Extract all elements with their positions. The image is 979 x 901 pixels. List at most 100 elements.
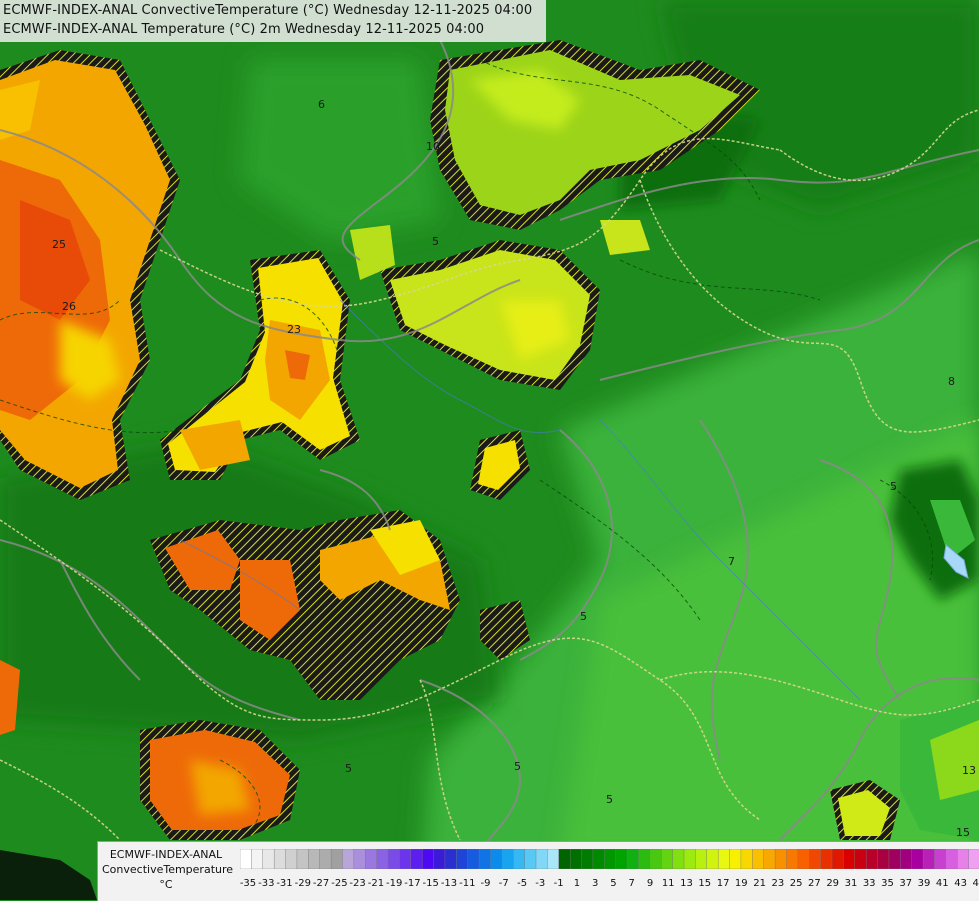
legend-tick-label: -1 <box>553 878 564 889</box>
legend-color-swatch <box>626 849 639 869</box>
legend-tick-label: 15 <box>698 878 712 889</box>
legend-color-swatch <box>513 849 526 869</box>
legend-tick-label: 13 <box>680 878 693 889</box>
legend-color-swatch <box>296 849 309 869</box>
contour-label: 26 <box>62 300 76 313</box>
legend-color-swatch <box>535 849 548 869</box>
legend-color-swatch <box>911 849 924 869</box>
legend-color-swatch <box>478 849 491 869</box>
legend-color-swatch <box>706 849 719 869</box>
legend-color-swatch <box>797 849 810 869</box>
legend-color-swatch <box>649 849 662 869</box>
legend-tick-label: 29 <box>826 878 840 889</box>
contour-label: 5 <box>580 610 587 623</box>
legend-color-swatch <box>319 849 332 869</box>
legend-tick-label: -29 <box>294 878 311 889</box>
legend-color-swatch <box>524 849 537 869</box>
contour-label: 10 <box>426 140 440 153</box>
legend-color-swatch <box>934 849 947 869</box>
legend-color-swatch <box>695 849 708 869</box>
legend-color-swatch <box>729 849 742 869</box>
legend-tick-label: 25 <box>789 878 803 889</box>
legend-color-swatch <box>865 849 879 869</box>
legend-tick-label: 19 <box>734 878 748 889</box>
legend-color-swatch <box>820 849 833 869</box>
legend-tick-label: 27 <box>808 878 821 889</box>
legend-tick-label: -5 <box>517 878 528 889</box>
legend-tick-label: 35 <box>881 878 894 889</box>
legend-tick-label: 7 <box>628 878 635 889</box>
legend-tick-label: -21 <box>367 878 385 889</box>
legend-color-swatch <box>262 849 275 869</box>
legend-tick-label: -17 <box>404 878 421 889</box>
legend-color-swatch <box>740 849 753 869</box>
legend-tick-label: 5 <box>610 878 617 889</box>
legend-color-swatch <box>330 849 343 869</box>
legend-color-swatch <box>273 849 287 869</box>
legend-color-swatch <box>387 849 400 869</box>
legend-color-swatch <box>547 849 560 869</box>
legend-tick-labels: -35 -33 -31 -29 -27 -25 -23 -21 -19 -17 -15 -13 -11-… <box>240 878 979 892</box>
contour-label: 7 <box>728 555 735 568</box>
legend-color-swatch <box>240 849 252 869</box>
legend-color-swatch <box>251 849 264 869</box>
legend-color-swatch <box>900 849 913 869</box>
legend-color-swatch <box>342 849 355 869</box>
contour-label: 6 <box>318 98 325 111</box>
legend-color-swatch <box>444 849 457 869</box>
title-2m-temperature: ECMWF-INDEX-ANAL Temperature (°C) 2m Wed… <box>3 22 485 37</box>
legend-color-swatch <box>456 849 469 869</box>
legend-tick-label: 37 <box>899 878 913 889</box>
contour-label: 15 <box>956 826 970 839</box>
legend-color-swatch <box>809 849 822 869</box>
legend-color-swatch <box>683 849 696 869</box>
legend-color-bar <box>240 849 979 869</box>
legend-color-swatch <box>615 849 628 869</box>
legend-tick-label: -31 <box>276 878 293 889</box>
legend-tick-label: 9 <box>646 878 654 889</box>
legend-tick-label: -9 <box>480 878 491 889</box>
legend-color-swatch <box>922 849 935 869</box>
contour-label: 5 <box>606 793 613 806</box>
legend-tick-label: -19 <box>386 878 403 889</box>
legend-tick-label: -3 <box>535 878 546 889</box>
contour-label: 23 <box>287 323 301 336</box>
legend-color-swatch <box>581 849 594 869</box>
legend-color-swatch <box>661 849 674 869</box>
weather-map: 25 26 23 6 10 5 5 8 5 5 5 5 7 13 15 <box>0 0 979 900</box>
legend-model-label: ECMWF-INDEX-ANAL <box>109 848 223 861</box>
legend-tick-label: -23 <box>349 878 366 889</box>
legend-color-swatch <box>490 849 503 869</box>
legend-tick-label: -25 <box>331 878 348 889</box>
legend-tick-label: 43 <box>954 878 967 889</box>
legend-tick-label: -33 <box>258 878 275 889</box>
legend-color-swatch <box>399 849 412 869</box>
contour-label: 8 <box>948 375 955 388</box>
legend-tick-label: 11 <box>661 878 675 889</box>
legend-tick-label: 39 <box>917 878 931 889</box>
legend-parameter-label: ConvectiveTemperature <box>102 863 234 876</box>
legend-color-swatch <box>774 849 787 869</box>
legend-color-swatch <box>376 849 389 869</box>
legend-tick-label: -15 <box>422 878 439 889</box>
contour-label: 5 <box>890 480 897 493</box>
legend-tick-label: 3 <box>592 878 599 889</box>
legend-color-swatch <box>285 849 298 869</box>
legend-tick-label: 1 <box>573 878 581 889</box>
legend-color-swatch <box>558 849 571 869</box>
legend-color-swatch <box>604 849 617 869</box>
legend-color-swatch <box>786 849 799 869</box>
legend-color-swatch <box>888 849 901 869</box>
legend-color-swatch <box>421 849 435 869</box>
legend-tick-label: -27 <box>312 878 330 889</box>
legend-color-swatch <box>569 849 583 869</box>
legend-color-swatch <box>717 849 731 869</box>
legend-tick-label: -7 <box>498 878 509 889</box>
legend-color-swatch <box>763 849 776 869</box>
contour-label: 5 <box>345 762 352 775</box>
legend-color-swatch <box>308 849 321 869</box>
legend-unit-label: °C <box>159 878 173 891</box>
legend-color-swatch <box>831 849 844 869</box>
legend-color-swatch <box>353 849 366 869</box>
legend-color-swatch <box>672 849 685 869</box>
